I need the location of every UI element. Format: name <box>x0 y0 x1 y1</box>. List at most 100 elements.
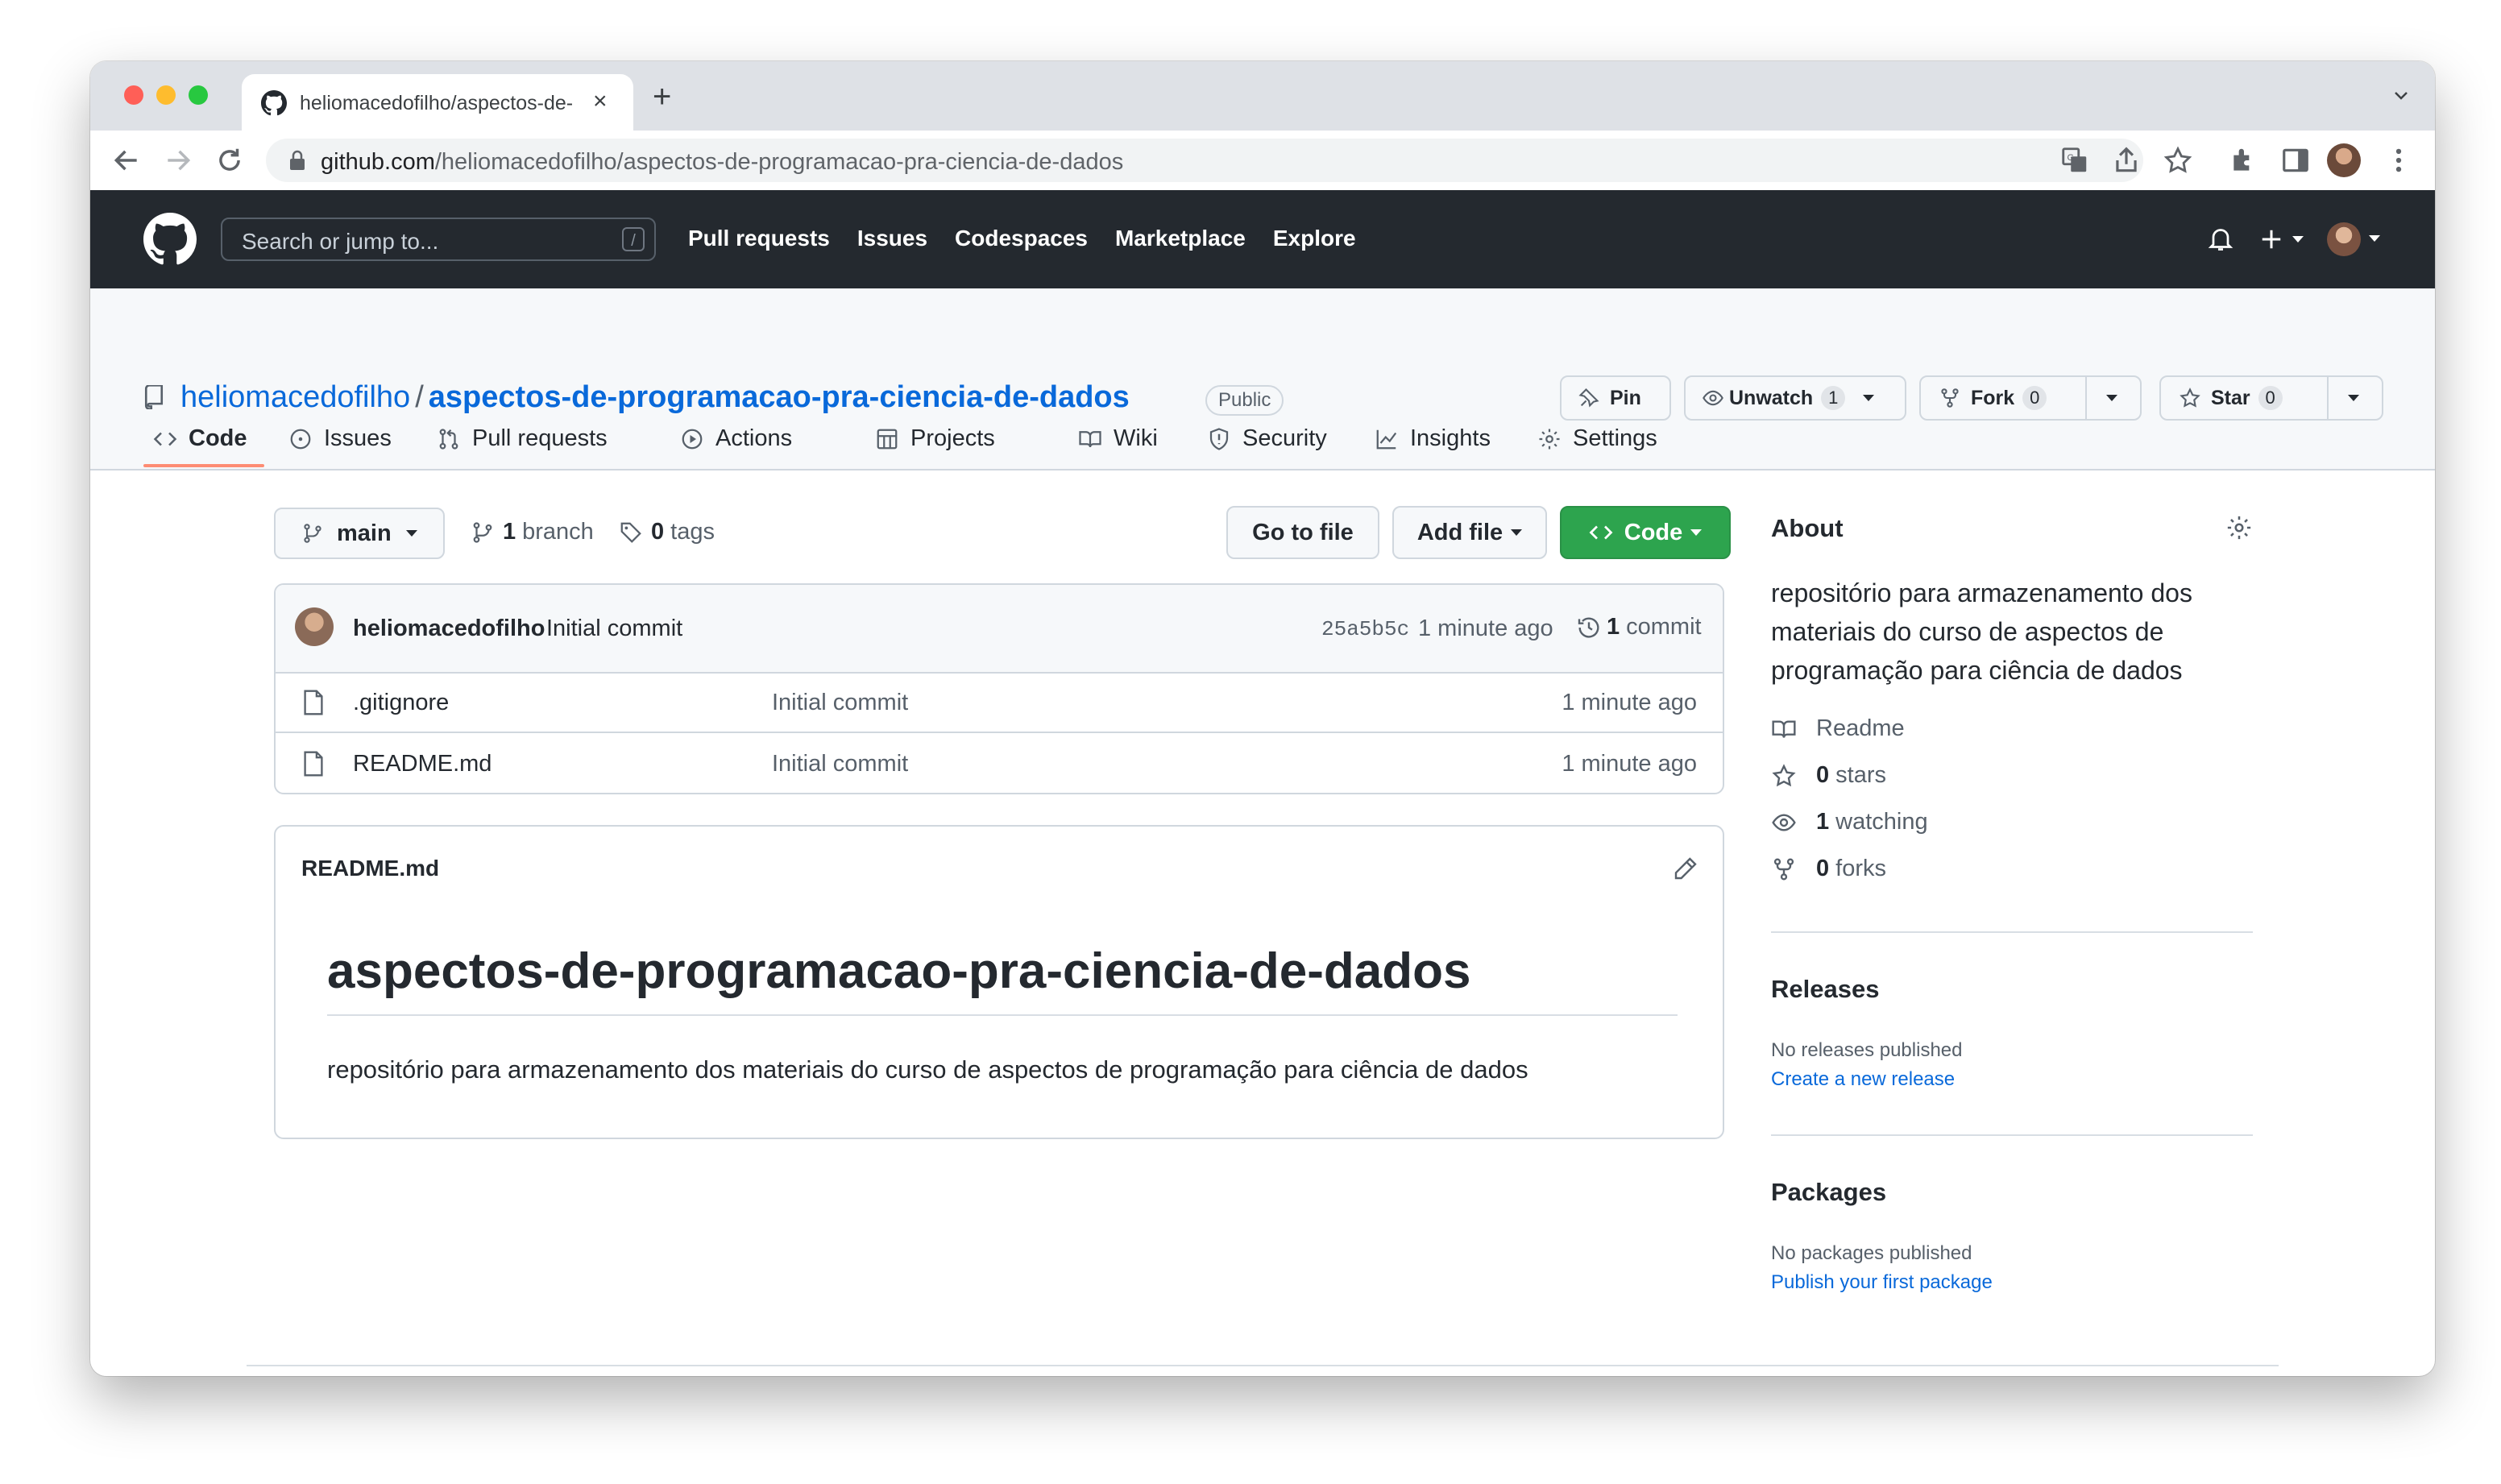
repo-name-link[interactable]: aspectos-de-programacao-pra-ciencia-de-d… <box>429 380 1130 414</box>
file-commit-message[interactable]: Initial commit <box>772 690 908 716</box>
nav-codespaces[interactable]: Codespaces <box>955 226 1088 251</box>
pencil-icon[interactable] <box>1673 856 1698 881</box>
repo-owner-link[interactable]: heliomacedofilho <box>180 380 410 414</box>
file-commit-message[interactable]: Initial commit <box>772 751 908 777</box>
tab-issues[interactable]: Issues <box>288 425 392 469</box>
star-icon <box>1772 763 1796 786</box>
tab-wiki[interactable]: Wiki <box>1078 425 1158 469</box>
table-icon <box>877 429 898 450</box>
close-window-button[interactable] <box>124 85 143 105</box>
tab-insights[interactable]: Insights <box>1375 425 1491 469</box>
tag-icon <box>620 522 641 543</box>
issue-opened-icon <box>290 429 311 450</box>
readme-filename[interactable]: README.md <box>301 856 439 881</box>
readme-link[interactable]: Readme <box>1771 715 1905 742</box>
forks-link[interactable]: 0 forks <box>1771 856 1886 882</box>
star-icon <box>2180 388 2200 408</box>
commit-author-avatar[interactable] <box>295 607 334 646</box>
repo-separator: / <box>415 380 424 414</box>
back-arrow-icon[interactable] <box>111 145 142 176</box>
browser-tab[interactable]: heliomacedofilho/aspectos-de-programacao… <box>242 74 633 131</box>
zoom-window-button[interactable] <box>189 85 208 105</box>
side-panel-icon[interactable] <box>2280 145 2311 176</box>
notifications-bell-icon[interactable] <box>2206 224 2235 253</box>
github-favicon-icon <box>261 90 287 116</box>
browser-menu-icon[interactable] <box>2383 145 2414 176</box>
tab-insights-label: Insights <box>1410 425 1491 451</box>
minimize-window-button[interactable] <box>156 85 176 105</box>
branch-name: main <box>337 520 392 546</box>
share-icon[interactable] <box>2111 145 2142 176</box>
nav-marketplace[interactable]: Marketplace <box>1115 226 1246 251</box>
browser-window: heliomacedofilho/aspectos-de-programacao… <box>90 61 2435 1376</box>
file-name-link[interactable]: .gitignore <box>353 690 449 716</box>
star-dropdown[interactable] <box>2348 377 2359 419</box>
browser-profile-avatar[interactable] <box>2327 143 2361 177</box>
fork-dropdown[interactable] <box>2106 377 2117 419</box>
search-input[interactable]: Search or jump to... / <box>221 218 656 261</box>
commit-message-link[interactable]: Initial commit <box>546 616 682 642</box>
github-logo-icon[interactable] <box>143 213 197 266</box>
commit-history-link[interactable]: 1 commit <box>1576 614 1702 640</box>
user-avatar[interactable] <box>2327 222 2361 256</box>
translate-icon[interactable]: G <box>2059 145 2090 176</box>
stars-count: 0 <box>1816 762 1830 788</box>
gear-icon[interactable] <box>2225 514 2253 541</box>
tab-pull-requests[interactable]: Pull requests <box>437 425 608 469</box>
tab-projects[interactable]: Projects <box>875 425 995 469</box>
branch-icon <box>304 524 321 543</box>
commit-sha-link[interactable]: 25a5b5c <box>1321 617 1409 641</box>
watching-count: 1 <box>1816 809 1830 835</box>
tags-link[interactable]: 0 tags <box>619 519 715 545</box>
visibility-badge: Public <box>1205 385 1284 416</box>
new-tab-button[interactable]: + <box>653 81 671 113</box>
extensions-puzzle-icon[interactable] <box>2229 145 2259 176</box>
tab-projects-label: Projects <box>910 425 995 451</box>
create-release-link[interactable]: Create a new release <box>1771 1068 1955 1091</box>
tab-search-chevron-icon[interactable] <box>2391 85 2411 105</box>
file-row[interactable]: README.md Initial commit 1 minute ago <box>276 732 1723 793</box>
fork-button[interactable]: Fork 0 <box>1939 377 2047 419</box>
stars-link[interactable]: 0 stars <box>1771 762 1886 789</box>
graph-icon <box>1376 429 1397 450</box>
tab-actions[interactable]: Actions <box>680 425 792 469</box>
star-button[interactable]: Star 0 <box>2179 377 2283 419</box>
packages-empty-text: No packages published <box>1771 1242 1972 1264</box>
nav-pull-requests[interactable]: Pull requests <box>688 226 830 251</box>
forward-arrow-icon[interactable] <box>163 145 193 176</box>
fork-count: 0 <box>2022 386 2047 410</box>
footer-divider <box>247 1365 2279 1366</box>
file-row[interactable]: .gitignore Initial commit 1 minute ago <box>276 672 1723 732</box>
branch-select-button[interactable]: main <box>274 508 445 559</box>
search-placeholder: Search or jump to... <box>242 229 439 254</box>
tab-close-icon[interactable]: × <box>593 87 608 116</box>
repo-icon <box>144 385 164 409</box>
releases-title[interactable]: Releases <box>1771 975 1879 1004</box>
search-shortcut-key: / <box>622 227 645 251</box>
code-button[interactable]: Code <box>1560 506 1731 559</box>
repo-title: heliomacedofilho / aspectos-de-programacao… <box>180 380 1130 415</box>
reload-icon[interactable] <box>214 145 245 176</box>
nav-issues[interactable]: Issues <box>857 226 927 251</box>
tab-settings[interactable]: Settings <box>1537 425 1657 469</box>
branches-link[interactable]: 1 branch <box>471 519 594 545</box>
pin-button[interactable]: Pin <box>1560 375 1671 421</box>
tab-security[interactable]: Security <box>1207 425 1327 469</box>
tab-code[interactable]: Code <box>153 425 247 469</box>
create-new-menu[interactable] <box>2259 222 2304 253</box>
watching-link[interactable]: 1 watching <box>1771 809 1928 835</box>
code-icon <box>1589 525 1613 540</box>
fork-caret-down-icon <box>2106 395 2117 401</box>
file-name-link[interactable]: README.md <box>353 751 491 777</box>
bookmark-star-icon[interactable] <box>2163 145 2193 176</box>
packages-title[interactable]: Packages <box>1771 1178 1886 1207</box>
commit-author-link[interactable]: heliomacedofilho <box>353 616 545 642</box>
watch-button[interactable]: Unwatch 1 <box>1684 375 1906 421</box>
nav-explore[interactable]: Explore <box>1273 226 1356 251</box>
add-file-button[interactable]: Add file <box>1392 506 1547 559</box>
address-bar[interactable]: github.com/heliomacedofilho/aspectos-de-… <box>266 139 2143 182</box>
go-to-file-button[interactable]: Go to file <box>1226 506 1379 559</box>
publish-package-link[interactable]: Publish your first package <box>1771 1271 1993 1294</box>
tab-wiki-label: Wiki <box>1114 425 1158 451</box>
avatar-caret-down-icon[interactable] <box>2369 235 2380 242</box>
